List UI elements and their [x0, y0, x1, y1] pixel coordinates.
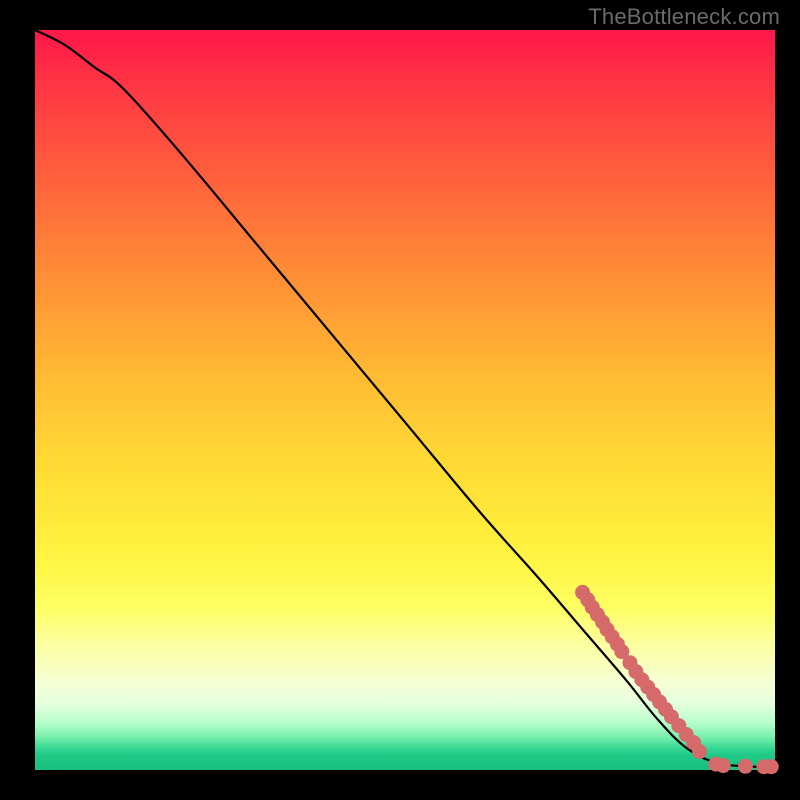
curve-line: [35, 30, 775, 767]
data-point: [738, 759, 753, 774]
chart-svg: [35, 30, 775, 770]
chart-frame: TheBottleneck.com: [0, 0, 800, 800]
bottleneck-curve-path: [35, 30, 775, 767]
watermark-text: TheBottleneck.com: [588, 4, 780, 30]
data-point: [764, 759, 779, 774]
data-point: [692, 744, 707, 759]
plot-area: [35, 30, 775, 770]
scatter-markers: [575, 585, 779, 774]
data-point: [716, 758, 731, 773]
